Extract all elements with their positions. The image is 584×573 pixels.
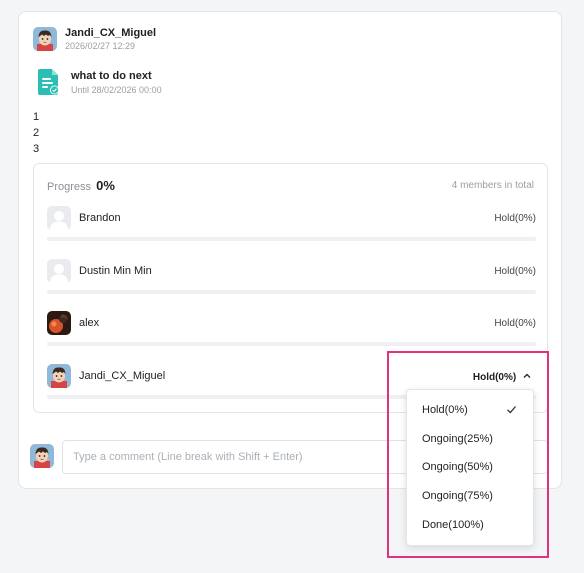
progress-value: 0% (96, 178, 115, 193)
member-status: Hold(0%) (494, 318, 536, 329)
member-name: alex (79, 317, 100, 329)
post-body: 1 2 3 (33, 109, 39, 157)
default-avatar-icon[interactable] (47, 206, 71, 230)
member-name: Dustin Min Min (79, 265, 152, 277)
task-document-icon (38, 69, 59, 95)
status-option-hold[interactable]: Hold(0%) (407, 396, 533, 424)
status-option-label: Hold(0%) (422, 404, 468, 416)
member-status: Hold(0%) (494, 213, 536, 224)
check-icon (507, 406, 516, 414)
member-row: alex Hold(0%) (47, 311, 536, 353)
status-option-label: Ongoing(25%) (422, 433, 493, 445)
member-progress-bar (47, 342, 536, 346)
body-line: 3 (33, 143, 40, 155)
member-progress-bar (47, 290, 536, 294)
body-line: 2 (33, 127, 40, 139)
status-option-label: Ongoing(50%) (422, 461, 493, 473)
member-progress-bar (47, 237, 536, 241)
post-timestamp: 2026/02/27 12:29 (65, 41, 136, 51)
progress-panel: Progress 0% 4 members in total Brandon H… (33, 163, 548, 413)
progress-label: Progress (47, 181, 92, 193)
chevron-up-icon (523, 373, 531, 378)
body-line: 1 (33, 111, 40, 123)
author-avatar[interactable] (33, 27, 57, 51)
status-option-label: Ongoing(75%) (422, 490, 493, 502)
member-name: Brandon (79, 212, 121, 224)
status-option-ongoing-75[interactable]: Ongoing(75%) (407, 482, 533, 510)
status-dropdown-menu: Hold(0%) Ongoing(25%) Ongoing(50%) Ongoi… (406, 389, 534, 546)
status-option-ongoing-50[interactable]: Ongoing(50%) (407, 453, 533, 481)
status-dropdown-value: Hold(0%) (472, 372, 517, 383)
task-due-date: Until 28/02/2026 00:00 (71, 85, 162, 95)
member-row: Dustin Min Min Hold(0%) (47, 259, 536, 301)
comment-avatar (30, 444, 54, 468)
member-status: Hold(0%) (494, 266, 536, 277)
member-name: Jandi_CX_Miguel (79, 370, 166, 382)
task-title[interactable]: what to do next (71, 70, 152, 82)
progress-summary: Progress 0% (47, 178, 115, 193)
status-option-label: Done(100%) (422, 519, 484, 531)
author-name[interactable]: Jandi_CX_Miguel (65, 27, 156, 39)
member-row: Brandon Hold(0%) (47, 206, 536, 248)
photo-avatar[interactable] (47, 311, 71, 335)
status-option-done[interactable]: Done(100%) (407, 511, 533, 539)
user-avatar[interactable] (47, 364, 71, 388)
members-total: 4 members in total (451, 180, 534, 191)
status-dropdown-toggle[interactable]: Hold(0%) (473, 371, 532, 383)
status-option-ongoing-25[interactable]: Ongoing(25%) (407, 425, 533, 453)
default-avatar-icon[interactable] (47, 259, 71, 283)
